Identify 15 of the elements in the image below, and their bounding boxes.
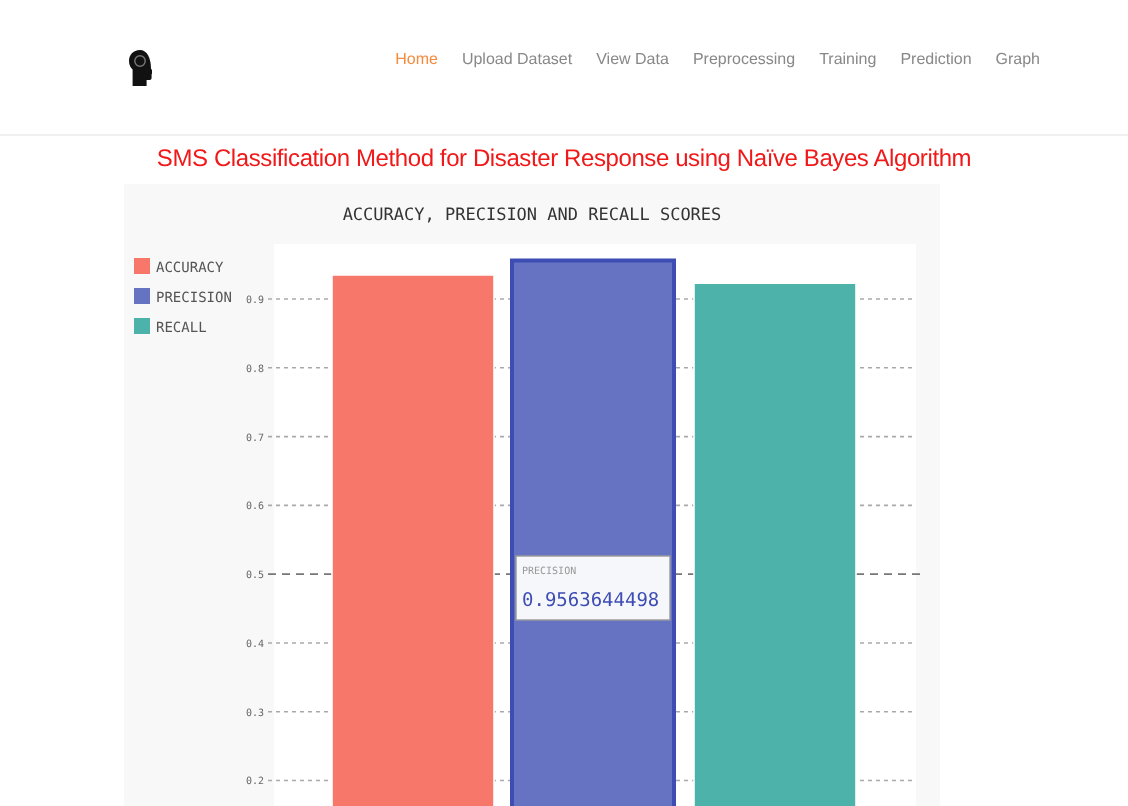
head-icon	[128, 49, 152, 85]
chart-title: ACCURACY, PRECISION AND RECALL SCORES	[342, 206, 722, 226]
nav-link[interactable]: Preprocessing	[692, 50, 796, 68]
nav-link[interactable]: Upload Dataset	[461, 50, 573, 68]
tooltip-value: 0.9563644498	[522, 590, 660, 612]
bar[interactable]	[510, 258, 676, 806]
nav-link[interactable]: Home	[395, 50, 438, 68]
nav-link[interactable]: Training	[819, 50, 877, 68]
legend-swatch	[134, 288, 150, 304]
nav-link[interactable]: Graph	[995, 50, 1040, 68]
legend-swatch	[134, 318, 150, 334]
nav-link[interactable]: Prediction	[900, 50, 972, 68]
nav-link[interactable]: View Data	[596, 50, 669, 68]
page-title: SMS Classification Method for Disaster Response using Naïve Bayes Algorithm	[154, 144, 974, 172]
legend-swatch	[134, 258, 150, 274]
